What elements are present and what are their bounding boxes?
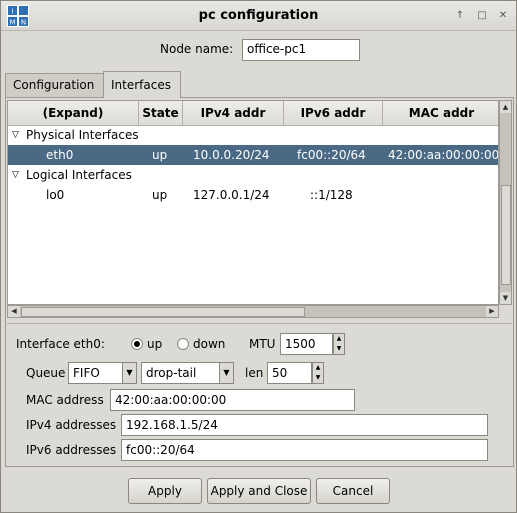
- tab-interfaces[interactable]: Interfaces: [103, 71, 181, 98]
- collapse-arrow-icon[interactable]: ▽: [12, 125, 19, 145]
- node-name-input[interactable]: office-pc1: [242, 39, 360, 61]
- column-header-state[interactable]: State: [139, 101, 183, 126]
- apply-button[interactable]: Apply: [128, 478, 202, 504]
- iface-ipv4: 127.0.0.1/24: [193, 188, 270, 202]
- column-header-mac[interactable]: MAC addr: [383, 101, 498, 126]
- tab-configuration[interactable]: Configuration: [5, 73, 105, 97]
- state-down-label[interactable]: down: [193, 337, 225, 351]
- tree-horizontal-scrollbar[interactable]: ◀ ▶: [7, 305, 499, 318]
- iface-ipv4: 10.0.0.20/24: [193, 148, 270, 162]
- ipv6-addresses-input[interactable]: fc00::20/64: [121, 439, 488, 461]
- iface-state: up: [152, 188, 168, 202]
- len-spinner[interactable]: ▲ ▼: [312, 362, 324, 384]
- scroll-up-arrow-icon[interactable]: ▲: [500, 101, 511, 113]
- maximize-button[interactable]: □: [474, 8, 490, 24]
- shade-button[interactable]: ↑: [452, 8, 468, 24]
- queue-drop-value: drop-tail: [146, 366, 197, 380]
- collapse-arrow-icon[interactable]: ▽: [12, 165, 19, 185]
- scroll-right-arrow-icon[interactable]: ▶: [486, 306, 498, 317]
- tree-row-eth0[interactable]: eth0 up 10.0.0.20/24 fc00::20/64 42:00:a…: [8, 145, 499, 165]
- iface-ipv6: ::1/128: [310, 188, 353, 202]
- mtu-label: MTU: [249, 337, 276, 351]
- group-label: Logical Interfaces: [26, 168, 132, 182]
- iface-mac: 42:00:aa:00:00:00: [388, 148, 499, 162]
- separator: [7, 323, 512, 324]
- queue-type-value: FIFO: [73, 366, 100, 380]
- close-button[interactable]: ✕: [495, 8, 511, 24]
- chevron-down-icon[interactable]: ▼: [219, 363, 233, 383]
- iface-name: eth0: [46, 148, 74, 162]
- window-title: pc configuration: [198, 8, 319, 23]
- horizontal-scroll-thumb[interactable]: [21, 307, 305, 317]
- iface-state: up: [152, 148, 168, 162]
- chevron-down-icon[interactable]: ▼: [122, 363, 136, 383]
- len-input[interactable]: 50: [267, 362, 312, 384]
- title-bar[interactable]: I M N pc configuration ↑ □ ✕: [1, 1, 516, 31]
- iface-ipv6: fc00::20/64: [297, 148, 366, 162]
- tree-row-lo0[interactable]: lo0 up 127.0.0.1/24 ::1/128: [8, 185, 498, 205]
- ipv4-addresses-label: IPv4 addresses: [26, 418, 117, 432]
- interfaces-tree[interactable]: (Expand) State IPv4 addr IPv6 addr MAC a…: [7, 100, 499, 305]
- ipv6-addresses-label: IPv6 addresses: [26, 443, 117, 457]
- interface-label: Interface eth0:: [16, 337, 105, 351]
- mac-address-input[interactable]: 42:00:aa:00:00:00: [110, 389, 355, 411]
- node-name-label: Node name:: [160, 42, 234, 56]
- tree-group-physical[interactable]: ▽ Physical Interfaces: [8, 125, 498, 145]
- state-down-radio[interactable]: [177, 338, 189, 350]
- column-header-expand[interactable]: (Expand): [8, 101, 139, 126]
- state-up-radio[interactable]: [131, 338, 143, 350]
- scroll-down-arrow-icon[interactable]: ▼: [500, 292, 511, 304]
- group-label: Physical Interfaces: [26, 128, 139, 142]
- tree-group-logical[interactable]: ▽ Logical Interfaces: [8, 165, 498, 185]
- vertical-scroll-thumb[interactable]: [501, 185, 511, 285]
- queue-label: Queue: [26, 366, 66, 380]
- tree-header: (Expand) State IPv4 addr IPv6 addr MAC a…: [8, 101, 498, 126]
- cancel-button[interactable]: Cancel: [316, 478, 390, 504]
- iface-name: lo0: [46, 188, 65, 202]
- column-header-ipv6[interactable]: IPv6 addr: [284, 101, 383, 126]
- ipv4-addresses-input[interactable]: 192.168.1.5/24: [121, 414, 488, 436]
- mtu-spinner[interactable]: ▲ ▼: [333, 333, 345, 355]
- scroll-left-arrow-icon[interactable]: ◀: [8, 306, 20, 317]
- state-up-label[interactable]: up: [147, 337, 162, 351]
- column-header-ipv4[interactable]: IPv4 addr: [183, 101, 284, 126]
- tree-vertical-scrollbar[interactable]: ▲ ▼: [499, 100, 512, 305]
- queue-type-select[interactable]: FIFO ▼: [68, 362, 137, 384]
- len-label: len: [245, 366, 264, 380]
- pc-configuration-window: I M N pc configuration ↑ □ ✕ Node name: …: [0, 0, 517, 513]
- queue-drop-select[interactable]: drop-tail ▼: [141, 362, 234, 384]
- apply-and-close-button[interactable]: Apply and Close: [207, 478, 311, 504]
- mac-address-label: MAC address: [26, 393, 104, 407]
- mtu-input[interactable]: 1500: [280, 333, 333, 355]
